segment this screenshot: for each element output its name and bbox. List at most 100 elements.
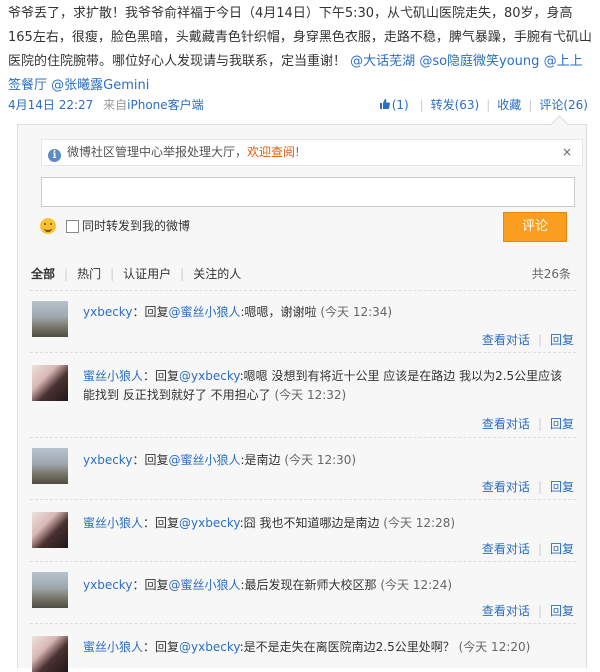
comment-row: 蜜丝小狼人：回复@yxbecky:囧 我也不知道哪边是南边 (今天 12:28)…: [30, 499, 576, 562]
divider: |: [110, 267, 115, 281]
filter-hot[interactable]: 热门: [77, 267, 101, 281]
comment-user[interactable]: 蜜丝小狼人: [83, 640, 143, 654]
notice-mark: !: [295, 145, 300, 159]
notice-text: 微博社区管理中心举报处理大厅，: [67, 145, 248, 159]
notice-link[interactable]: 欢迎查阅: [247, 145, 295, 159]
comment-body: :囧 我也不知道哪边是南边: [239, 516, 380, 530]
comment-text: yxbecky：回复@蜜丝小狼人:嗯嗯，谢谢啦 (今天 12:34): [83, 303, 571, 322]
comment-text: 蜜丝小狼人：回复@yxbecky:囧 我也不知道哪边是南边 (今天 12:28): [83, 514, 571, 533]
comment-time: (今天 12:24): [380, 578, 453, 592]
reply-prefix: ：回复: [143, 640, 180, 654]
reply-target[interactable]: @蜜丝小狼人: [168, 305, 240, 319]
comment-button[interactable]: 评论(26): [539, 98, 588, 112]
source-prefix: 来自: [103, 98, 128, 112]
reply-prefix: ：回复: [143, 516, 180, 530]
reply-link[interactable]: 回复: [550, 480, 574, 494]
avatar[interactable]: [32, 512, 68, 548]
comment-time: (今天 12:32): [274, 388, 347, 402]
comment-row: 蜜丝小狼人：回复@yxbecky:嗯嗯 没想到有将近十公里 应该是在路边 我以为…: [30, 352, 576, 438]
comment-time: (今天 12:34): [320, 305, 393, 319]
comment-filter-bar: 全部 | 热门 | 认证用户 | 关注的人 共26条: [31, 265, 571, 282]
reply-link[interactable]: 回复: [550, 417, 574, 431]
comment-actions: 查看对话 | 回复: [482, 415, 574, 432]
source-link[interactable]: iPhone客户端: [127, 98, 204, 112]
reply-link[interactable]: 回复: [550, 333, 574, 347]
comment-actions: 查看对话 | 回复: [482, 540, 574, 557]
weibo-post-text: 爷爷丢了，求扩散！我爷爷俞祥福于今日（4月14日）下午5:30，从弋矶山医院走失…: [8, 2, 593, 98]
comment-row: yxbecky：回复@蜜丝小狼人:最后发现在新师大校区那 (今天 12:24) …: [30, 561, 576, 624]
reply-target[interactable]: @yxbecky: [179, 516, 240, 530]
close-icon[interactable]: ×: [562, 140, 572, 165]
comment-body: :是南边: [240, 453, 281, 467]
reply-prefix: ：回复: [143, 369, 180, 383]
divider: |: [528, 98, 533, 112]
comment-user[interactable]: yxbecky: [83, 305, 132, 319]
comment-actions: 查看对话 | 回复: [482, 478, 574, 495]
divider: |: [180, 267, 185, 281]
mention-link[interactable]: @张曦露Gemini: [51, 78, 149, 93]
reply-target[interactable]: @蜜丝小狼人: [168, 578, 240, 592]
divider: |: [537, 542, 542, 556]
avatar[interactable]: [32, 448, 68, 484]
collect-button[interactable]: 收藏: [497, 98, 521, 112]
view-conversation-link[interactable]: 查看对话: [482, 542, 530, 556]
view-conversation-link[interactable]: 查看对话: [482, 333, 530, 347]
reply-prefix: ：回复: [132, 305, 169, 319]
mention-link[interactable]: @大话芜湖: [350, 54, 415, 69]
comment-time: (今天 12:28): [383, 516, 456, 530]
mention-link[interactable]: @so隐庭微笑young: [419, 54, 539, 69]
divider: |: [537, 417, 542, 431]
report-notice: i 微博社区管理中心举报处理大厅，欢迎查阅! ×: [41, 139, 583, 166]
reply-prefix: ：回复: [132, 578, 169, 592]
thumbs-up-icon: [379, 99, 390, 109]
emoji-icon[interactable]: [40, 218, 56, 234]
comment-body: :嗯嗯，谢谢啦: [240, 305, 317, 319]
comment-actions: 查看对话 | 回复: [482, 602, 574, 619]
divider: |: [419, 98, 424, 112]
info-icon: i: [48, 149, 61, 162]
comment-total: 共26条: [531, 267, 571, 281]
post-time-link[interactable]: 4月14日 22:27: [8, 98, 93, 112]
comment-body: :最后发现在新师大校区那: [240, 578, 377, 592]
comment-user[interactable]: 蜜丝小狼人: [83, 516, 143, 530]
post-source: 来自iPhone客户端: [103, 98, 204, 112]
avatar[interactable]: [32, 301, 68, 337]
comment-text: 蜜丝小狼人：回复@yxbecky:嗯嗯 没想到有将近十公里 应该是在路边 我以为…: [83, 367, 571, 405]
comment-body: :是不是走失在离医院南边2.5公里处啊？: [239, 640, 455, 654]
filter-verified[interactable]: 认证用户: [123, 267, 171, 281]
reply-prefix: ：回复: [132, 453, 169, 467]
reply-target[interactable]: @yxbecky: [179, 369, 240, 383]
post-actions: (1) | 转发(63) | 收藏 | 评论(26): [379, 96, 588, 113]
submit-comment-button[interactable]: 评论: [503, 212, 567, 242]
comment-time: (今天 12:30): [284, 453, 357, 467]
comment-user[interactable]: 蜜丝小狼人: [83, 369, 143, 383]
comment-text: yxbecky：回复@蜜丝小狼人:最后发现在新师大校区那 (今天 12:24): [83, 576, 571, 595]
like-count: (1): [391, 98, 409, 112]
divider: |: [64, 267, 69, 281]
also-forward-label: 同时转发到我的微博: [82, 219, 191, 233]
view-conversation-link[interactable]: 查看对话: [482, 417, 530, 431]
comment-row: yxbecky：回复@蜜丝小狼人:嗯嗯，谢谢啦 (今天 12:34) 查看对话 |…: [30, 290, 576, 353]
also-forward-checkbox[interactable]: [66, 220, 79, 233]
like-button[interactable]: (1): [379, 98, 413, 112]
reply-link[interactable]: 回复: [550, 604, 574, 618]
reply-target[interactable]: @yxbecky: [179, 640, 240, 654]
view-conversation-link[interactable]: 查看对话: [482, 480, 530, 494]
avatar[interactable]: [32, 365, 68, 401]
divider: |: [537, 604, 542, 618]
comment-user[interactable]: yxbecky: [83, 578, 132, 592]
comment-text: yxbecky：回复@蜜丝小狼人:是南边 (今天 12:30): [83, 451, 571, 470]
forward-button[interactable]: 转发(63): [431, 98, 480, 112]
view-conversation-link[interactable]: 查看对话: [482, 604, 530, 618]
comment-input[interactable]: [41, 177, 575, 207]
comment-panel: i 微博社区管理中心举报处理大厅，欢迎查阅! × 同时转发到我的微博 评论 全部 |…: [17, 124, 587, 672]
reply-target[interactable]: @蜜丝小狼人: [168, 453, 240, 467]
filter-all[interactable]: 全部: [31, 267, 55, 281]
divider: |: [537, 333, 542, 347]
comment-user[interactable]: yxbecky: [83, 453, 132, 467]
comment-time: (今天 12:20): [458, 640, 531, 654]
divider: |: [537, 480, 542, 494]
filter-following[interactable]: 关注的人: [193, 267, 241, 281]
reply-link[interactable]: 回复: [550, 542, 574, 556]
avatar[interactable]: [32, 572, 68, 608]
